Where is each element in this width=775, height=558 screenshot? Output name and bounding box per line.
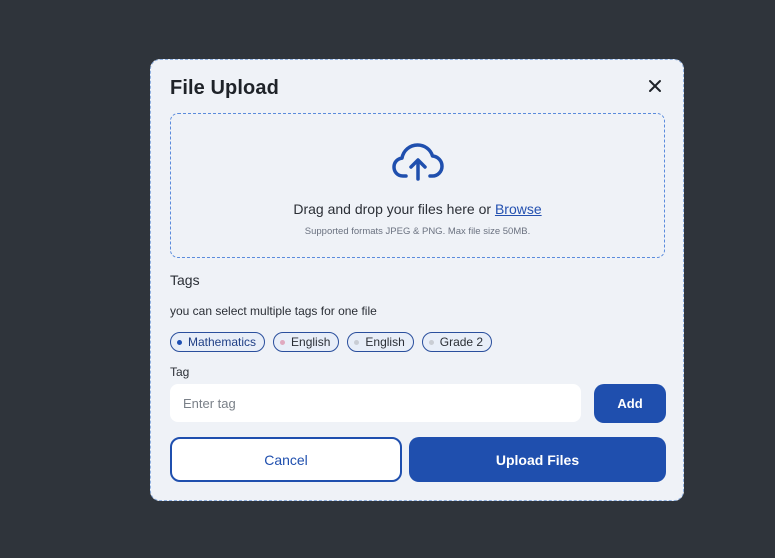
chip-label: English — [365, 335, 405, 349]
close-icon[interactable] — [647, 78, 663, 94]
tag-chip-english[interactable]: English — [273, 332, 340, 352]
chip-dot — [354, 339, 360, 345]
cloud-upload-icon — [392, 143, 444, 181]
upload-files-button[interactable]: Upload Files — [409, 437, 666, 482]
tag-input[interactable] — [170, 384, 581, 422]
modal-title: File Upload — [170, 77, 279, 99]
tag-chip-list: Mathematics English English Grade 2 — [170, 332, 493, 352]
chip-dot — [280, 339, 286, 345]
add-tag-button[interactable]: Add — [594, 384, 666, 423]
dropzone-hint: Supported formats JPEG & PNG. Max file s… — [304, 226, 531, 237]
file-upload-modal: File Upload Drag and drop your files her… — [150, 59, 684, 501]
dropzone-instruction: Drag and drop your files here or — [293, 201, 495, 217]
tags-heading: Tags — [170, 272, 200, 288]
dropzone-text: Drag and drop your files here or Browse — [171, 201, 664, 217]
tags-subtext: you can select multiple tags for one fil… — [170, 304, 377, 318]
chip-dot — [177, 339, 182, 345]
tag-chip-mathematics[interactable]: Mathematics — [170, 332, 266, 352]
cancel-button[interactable]: Cancel — [170, 437, 402, 482]
tag-chip-english-2[interactable]: English — [347, 332, 414, 352]
browse-link[interactable]: Browse — [495, 201, 542, 217]
tag-field-label: Tag — [170, 365, 190, 379]
chip-label: Mathematics — [188, 335, 257, 349]
tag-chip-grade-2[interactable]: Grade 2 — [421, 332, 493, 352]
chip-label: English — [291, 335, 331, 349]
file-dropzone[interactable]: Drag and drop your files here or Browse … — [170, 113, 665, 258]
chip-label: Grade 2 — [439, 335, 484, 349]
chip-dot — [428, 339, 434, 345]
